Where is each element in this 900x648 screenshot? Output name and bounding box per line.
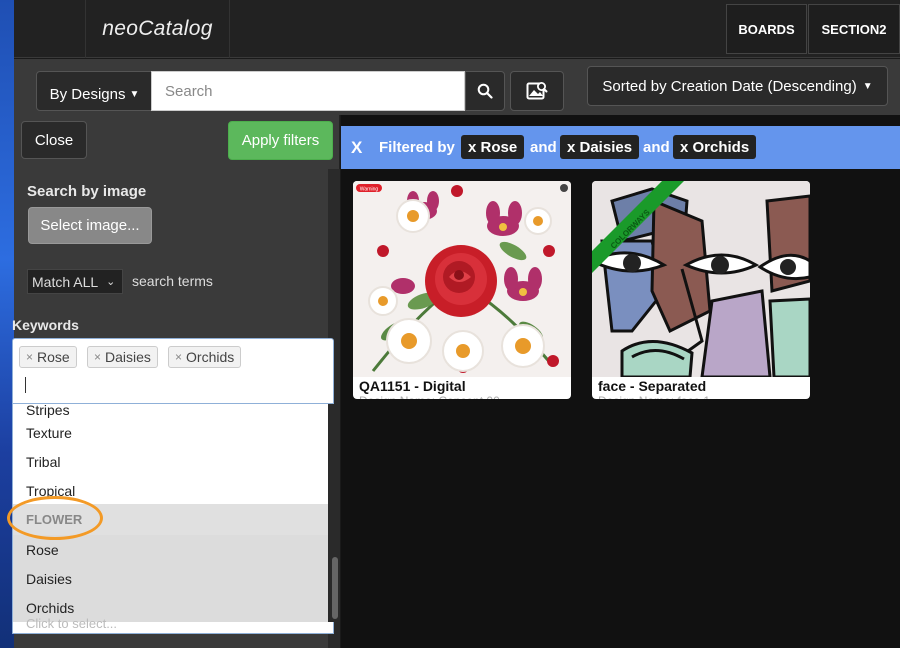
text-cursor (25, 377, 26, 393)
floral-design-thumbnail: Warning (353, 181, 571, 377)
sort-label: Sorted by Creation Date (Descending) (602, 77, 857, 95)
remove-chip-icon[interactable]: × (175, 350, 182, 364)
filter-tag-orchids[interactable]: x Orchids (673, 135, 757, 159)
option-texture[interactable]: Texture (13, 418, 328, 447)
search-toolbar: By Designs ▼ Sorted by Creation Date (De… (14, 59, 900, 115)
image-search-icon (526, 82, 548, 100)
and-label: and (643, 139, 670, 156)
design-card-qa1151[interactable]: Warning QA1151 - Digital Design Name: Co… (353, 181, 571, 399)
search-input[interactable] (151, 71, 465, 111)
card-subtitle: Design Name: face 1 (598, 394, 710, 399)
keyword-chip-rose[interactable]: × Rose (19, 346, 77, 368)
section2-button[interactable]: SECTION2 (808, 4, 900, 54)
search-icon (477, 83, 493, 99)
option-tribal[interactable]: Tribal (13, 447, 328, 476)
panel-scrollbar-thumb[interactable] (332, 557, 338, 619)
chevron-down-icon: ⌄ (106, 276, 116, 288)
sort-dropdown[interactable]: Sorted by Creation Date (Descending) ▼ (587, 66, 888, 106)
card-title: face - Separated (598, 378, 707, 394)
clear-filters-button[interactable]: X (351, 138, 362, 158)
search-button[interactable] (465, 71, 505, 111)
option-stripes[interactable]: Stripes (13, 404, 328, 418)
close-filters-button[interactable]: Close (21, 121, 87, 159)
results-area: X Filtered by x Rose and x Daisies and x… (341, 115, 900, 648)
face-design-thumbnail: COLORWAYS (592, 181, 810, 377)
search-by-image-label: Search by image (27, 183, 147, 200)
filtered-by-label: Filtered by (379, 139, 455, 156)
apply-filters-button[interactable]: Apply filters (228, 121, 333, 160)
navbar-spacer (14, 0, 86, 58)
filter-panel: Close Apply filters Search by image Sele… (7, 115, 340, 648)
secondary-select-placeholder: Click to select... (26, 616, 118, 631)
remove-chip-icon[interactable]: × (94, 350, 101, 364)
search-terms-label: search terms (132, 273, 213, 289)
brand-logo[interactable]: neoCatalog (86, 0, 230, 58)
top-navbar: neoCatalog BOARDS SECTION2 (14, 0, 900, 58)
filter-tag-daisies[interactable]: x Daisies (560, 135, 640, 159)
keywords-label: Keywords (12, 317, 79, 333)
secondary-select-input[interactable]: Click to select... (12, 616, 334, 634)
chip-label: Daisies (105, 349, 151, 365)
keywords-input[interactable]: × Rose × Daisies × Orchids (12, 338, 334, 404)
match-mode-value: Match ALL (32, 273, 99, 290)
card-subtitle: Design Name: Concept 00 (359, 394, 500, 399)
card-title: QA1151 - Digital (359, 378, 466, 394)
keyword-chip-daisies[interactable]: × Daisies (87, 346, 158, 368)
design-card-face[interactable]: COLORWAYS face - Separated Design Name: … (592, 181, 810, 399)
image-search-button[interactable] (510, 71, 564, 111)
select-image-button[interactable]: Select image... (28, 207, 152, 244)
caret-down-icon: ▼ (129, 88, 140, 100)
keyword-chip-orchids[interactable]: × Orchids (168, 346, 242, 368)
and-label: and (530, 139, 557, 156)
option-daisies[interactable]: Daisies (13, 564, 328, 593)
by-designs-label: By Designs (49, 85, 126, 103)
chip-label: Rose (37, 349, 70, 365)
caret-down-icon: ▼ (862, 80, 873, 92)
match-mode-select[interactable]: Match ALL ⌄ (27, 269, 123, 294)
by-designs-dropdown[interactable]: By Designs ▼ (36, 71, 153, 111)
warning-badge-text: Warning (360, 187, 379, 193)
active-filters-banner: X Filtered by x Rose and x Daisies and x… (341, 126, 900, 169)
boards-button[interactable]: BOARDS (726, 4, 807, 54)
remove-chip-icon[interactable]: × (26, 350, 33, 364)
flower-highlight-annotation (7, 496, 103, 540)
filter-tag-rose[interactable]: x Rose (461, 135, 525, 159)
chip-label: Orchids (186, 349, 235, 365)
